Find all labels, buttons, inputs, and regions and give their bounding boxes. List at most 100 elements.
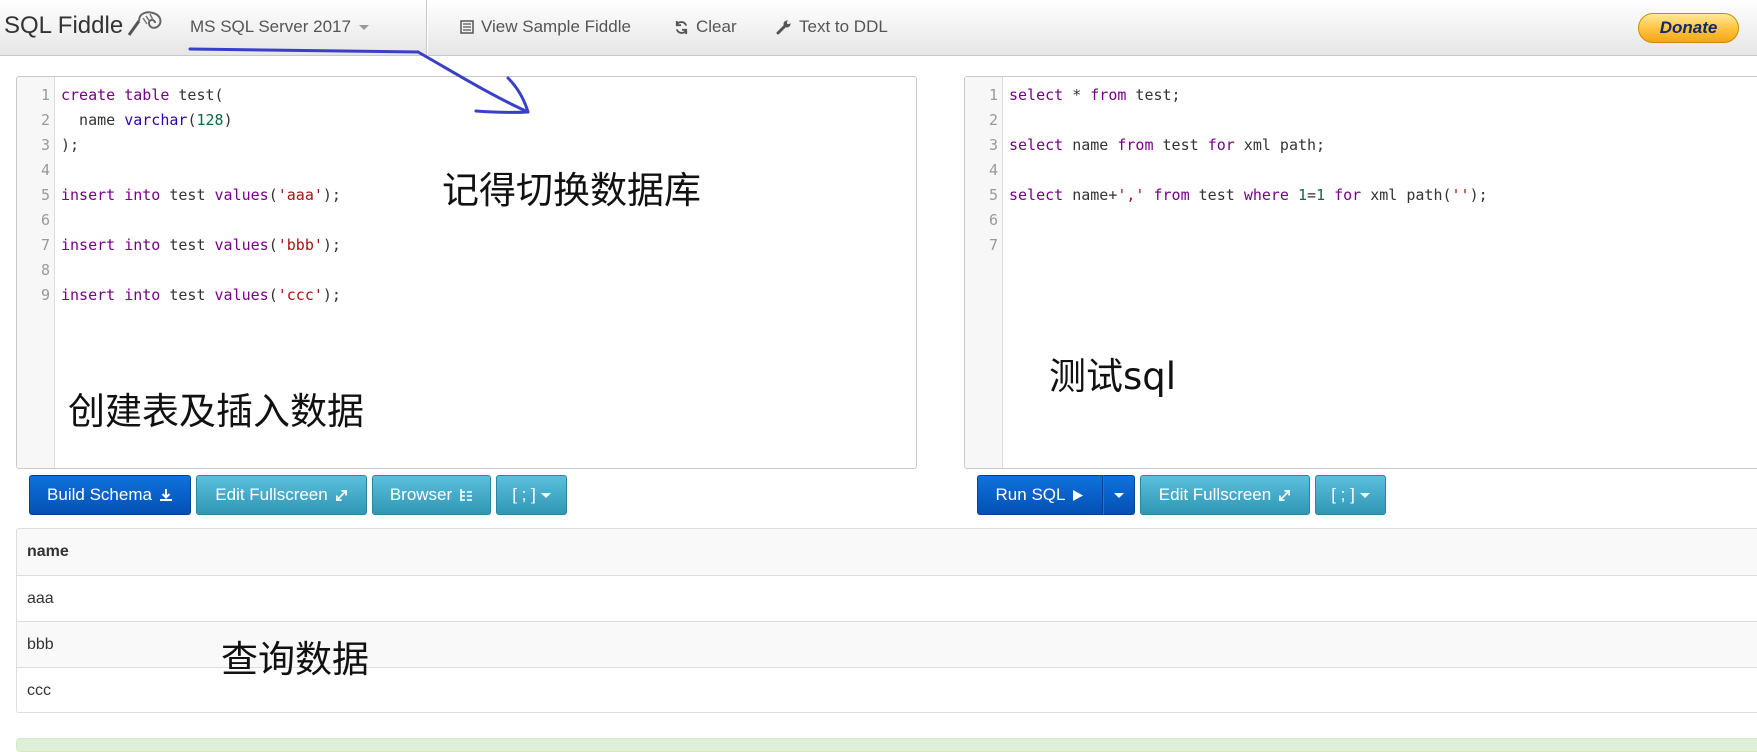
code-token: xml path( <box>1361 186 1452 204</box>
code-line[interactable]: 1 select * from test; <box>965 83 1757 108</box>
brand-title: SQL Fiddle <box>4 12 124 39</box>
annotation-switch-database: 记得切换数据库 <box>442 169 701 212</box>
code-line[interactable]: 7 insert into test values('bbb'); <box>17 233 916 258</box>
code-token: from <box>1117 136 1154 154</box>
nav-divider <box>426 0 427 56</box>
code-token: name <box>1063 136 1118 154</box>
code-token: xml path; <box>1234 136 1326 154</box>
line-number: 2 <box>40 111 50 129</box>
line-number: 1 <box>988 86 998 104</box>
database-label: MS SQL Server 2017 <box>190 17 351 36</box>
code-token: ',' <box>1117 186 1145 204</box>
code-token: test <box>1153 136 1208 154</box>
code-token: varchar <box>124 111 188 129</box>
schema-delimiter-label: [ ; ] <box>512 485 536 504</box>
browser-label: Browser <box>389 485 453 504</box>
chevron-down-icon <box>1359 492 1370 498</box>
annotation-query-data: 查询数据 <box>221 638 369 681</box>
code-token: ); <box>322 186 341 204</box>
code-line[interactable]: 7 <box>965 233 1757 258</box>
code-line[interactable]: 6 <box>965 208 1757 233</box>
code-line[interactable]: 2 name varchar(128) <box>17 108 916 133</box>
brand[interactable]: SQL Fiddle <box>4 11 167 40</box>
code-token: select <box>1009 86 1064 104</box>
code-token: ( <box>268 186 278 204</box>
code-token: 128 <box>196 111 224 129</box>
code-line[interactable]: 8 <box>17 258 916 283</box>
clear-link[interactable]: Clear <box>674 14 737 40</box>
code-token: test <box>160 236 215 254</box>
code-text: name varchar(128) <box>61 108 233 133</box>
run-sql-button[interactable]: Run SQL <box>977 475 1103 515</box>
line-number: 4 <box>988 161 998 179</box>
build-schema-label: Build Schema <box>47 485 152 504</box>
code-token: test <box>160 286 215 304</box>
fiddle-logo-icon <box>127 11 162 36</box>
text-to-ddl-link[interactable]: Text to DDL <box>776 14 888 40</box>
code-token: insert <box>61 236 116 254</box>
code-text: insert into test values('aaa'); <box>61 183 341 208</box>
run-sql-label: Run SQL <box>995 485 1066 504</box>
code-line[interactable]: 1 create table test( <box>17 83 916 108</box>
code-line[interactable]: 2 <box>965 108 1757 133</box>
code-token: values <box>214 286 269 304</box>
line-number: 5 <box>988 186 998 204</box>
database-dropdown[interactable]: MS SQL Server 2017 <box>190 14 369 40</box>
code-line[interactable]: 3 select name from test for xml path; <box>965 133 1757 158</box>
code-line[interactable]: 9 insert into test values('ccc'); <box>17 283 916 308</box>
code-token: ( <box>268 286 278 304</box>
code-text: select name+',' from test where 1=1 for … <box>1009 183 1488 208</box>
query-edit-fullscreen-label: Edit Fullscreen <box>1158 485 1272 504</box>
annotation-test-sql: 测试sql <box>1049 355 1177 398</box>
expand-icon <box>1278 489 1291 502</box>
code-token: = <box>1307 186 1317 204</box>
code-token: insert <box>61 186 116 204</box>
code-token: ) <box>223 111 233 129</box>
query-delimiter-dropdown[interactable]: [ ; ] <box>1315 475 1386 515</box>
code-line[interactable]: 4 <box>965 158 1757 183</box>
query-editor[interactable]: 1 select * from test; 2 3 select name from t… <box>964 76 1757 469</box>
line-number: 3 <box>988 136 998 154</box>
query-edit-fullscreen-button[interactable]: Edit Fullscreen <box>1140 475 1310 515</box>
line-number: 8 <box>40 261 50 279</box>
query-delimiter-label: [ ; ] <box>1331 485 1355 504</box>
code-line[interactable]: 5 select name+',' from test where 1=1 for… <box>965 183 1757 208</box>
code-token: from <box>1090 86 1127 104</box>
code-token: ( <box>268 236 278 254</box>
schema-delimiter-dropdown[interactable]: [ ; ] <box>496 475 567 515</box>
line-number: 7 <box>40 236 50 254</box>
code-token: values <box>214 186 269 204</box>
code-token: test( <box>169 86 224 104</box>
code-token: table <box>124 86 170 104</box>
code-token: select <box>1009 136 1064 154</box>
view-sample-fiddle-link[interactable]: View Sample Fiddle <box>460 14 631 40</box>
download-icon <box>159 488 173 502</box>
code-token: from <box>1153 186 1190 204</box>
code-token: ); <box>1469 186 1488 204</box>
line-number: 5 <box>40 186 50 204</box>
view-sample-fiddle-label: View Sample Fiddle <box>481 17 631 36</box>
code-token: test <box>160 186 215 204</box>
line-number: 6 <box>40 211 50 229</box>
build-schema-button[interactable]: Build Schema <box>29 475 191 515</box>
code-token: ); <box>322 236 341 254</box>
code-text: select name from test for xml path; <box>1009 133 1325 158</box>
code-token: where <box>1243 186 1289 204</box>
code-token: name+ <box>1063 186 1118 204</box>
code-line[interactable]: 3); <box>17 133 916 158</box>
browser-button[interactable]: Browser <box>372 475 491 515</box>
code-token: ); <box>61 136 80 154</box>
wrench-icon <box>776 19 792 35</box>
code-token: 1 <box>1316 186 1326 204</box>
code-token: select <box>1009 186 1064 204</box>
play-icon <box>1072 489 1084 502</box>
donate-button[interactable]: Donate <box>1638 13 1739 43</box>
code-token: create <box>61 86 116 104</box>
run-sql-options-dropdown[interactable] <box>1103 475 1135 515</box>
schema-edit-fullscreen-button[interactable]: Edit Fullscreen <box>196 475 367 515</box>
